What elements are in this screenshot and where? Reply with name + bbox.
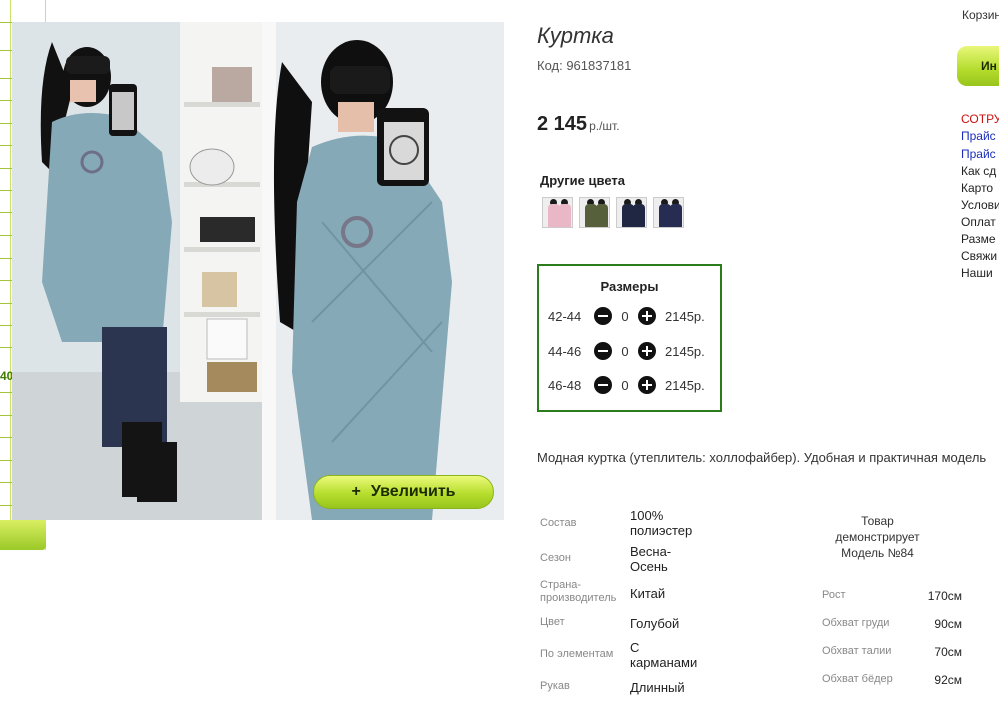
sidebar-button[interactable]: [0, 520, 46, 550]
minus-icon[interactable]: [594, 307, 612, 325]
sidebar-tick: [0, 460, 12, 461]
sidebar-tick: [0, 78, 12, 79]
sizes-box: Размеры 42-44 0 2145р. 44-46 0 2145р. 46…: [537, 264, 722, 412]
cart-link[interactable]: Корзина: [962, 8, 999, 22]
model-title: Товар демонстрирует Модель №84: [835, 514, 920, 560]
right-link[interactable]: СОТРУ: [961, 112, 999, 126]
sidebar-tick: [0, 258, 12, 259]
size-quantity[interactable]: 0: [612, 309, 638, 324]
spec-label: По элементам: [540, 648, 614, 660]
color-swatches: [542, 197, 684, 228]
right-link[interactable]: Разме: [961, 232, 996, 246]
sidebar-tick: [0, 190, 12, 191]
product-code: Код: 961837181: [537, 58, 632, 73]
sizes-title: Размеры: [600, 279, 659, 294]
sidebar-tick: [0, 280, 12, 281]
spec-value: С карманами: [630, 640, 698, 670]
sidebar-tick: [0, 325, 12, 326]
measurement-label: Рост: [822, 589, 846, 601]
sidebar-tick: [0, 392, 12, 393]
sidebar-tick: [0, 415, 12, 416]
size-quantity[interactable]: 0: [612, 378, 638, 393]
right-link[interactable]: Прайс: [961, 129, 996, 143]
size-quantity[interactable]: 0: [612, 344, 638, 359]
zoom-label: Увеличить: [370, 483, 456, 500]
spec-label: Рукав: [540, 680, 570, 692]
plus-icon[interactable]: [638, 307, 656, 325]
plus-icon[interactable]: [638, 376, 656, 394]
plus-icon: +: [351, 483, 361, 500]
size-label: 42-44: [548, 308, 582, 324]
sidebar-tick: [0, 168, 12, 169]
size-price: 2145р.: [665, 377, 705, 393]
other-colors-title: Другие цвета: [540, 173, 625, 188]
spec-value: Весна-Осень: [630, 544, 672, 574]
zoom-button[interactable]: + Увеличить: [313, 475, 494, 509]
sidebar-tick: [0, 235, 12, 236]
spec-value: Китай: [630, 586, 666, 601]
spec-label: Состав: [540, 517, 577, 529]
product-price: 2 145 р./шт.: [537, 113, 620, 136]
size-price: 2145р.: [665, 343, 705, 359]
spec-value: 100% полиэстер: [630, 508, 693, 538]
product-title: Куртка: [537, 23, 614, 48]
price-value: 2 145: [537, 113, 588, 135]
size-row: 42-44 0 2145р.: [548, 306, 705, 326]
color-swatch-dark-blue[interactable]: [653, 197, 684, 228]
color-swatch-navy[interactable]: [616, 197, 647, 228]
right-link[interactable]: Как сд: [961, 164, 996, 178]
size-label: 46-48: [548, 377, 582, 393]
sidebar-tick: [0, 145, 12, 146]
sidebar-tick: [0, 22, 12, 23]
measurement-label: Обхват груди: [822, 617, 890, 629]
measurement-value: 70см: [934, 645, 962, 659]
size-label: 44-46: [548, 343, 582, 359]
sidebar-tick: [0, 212, 12, 213]
spec-value: Голубой: [630, 616, 680, 631]
sidebar-tick: [0, 505, 12, 506]
spec-label: Страна-производитель: [540, 579, 617, 604]
color-swatch-pink[interactable]: [542, 197, 573, 228]
product-photo-image: [12, 22, 504, 520]
measurement-label: Обхват талии: [822, 645, 892, 657]
spec-value: Длинный: [630, 680, 685, 695]
plus-icon[interactable]: [638, 342, 656, 360]
sidebar-tick: [0, 482, 12, 483]
spec-label: Цвет: [540, 616, 565, 628]
right-sidebar: Корзина Ин СОТРУ Прайс Прайс Как сд Карт…: [957, 0, 999, 710]
price-unit: р./шт.: [589, 119, 620, 133]
right-link[interactable]: Карто: [961, 181, 993, 195]
info-button[interactable]: Ин: [957, 46, 999, 86]
product-photo[interactable]: + Увеличить: [12, 22, 504, 520]
spec-label: Сезон: [540, 552, 571, 564]
size-price: 2145р.: [665, 308, 705, 324]
sidebar-tick: [0, 347, 12, 348]
swatch-coat: [559, 204, 571, 227]
size-row: 46-48 0 2145р.: [548, 375, 705, 395]
size-row: 44-46 0 2145р.: [548, 341, 705, 361]
right-link[interactable]: Наши: [961, 266, 993, 280]
measurement-value: 92см: [934, 673, 962, 687]
sidebar-tick: [0, 50, 12, 51]
measurement-value: 90см: [934, 617, 962, 631]
right-link[interactable]: Свяжи: [961, 249, 997, 263]
sidebar-tick: [0, 100, 12, 101]
minus-icon[interactable]: [594, 376, 612, 394]
right-link[interactable]: Оплат: [961, 215, 996, 229]
swatch-coat: [596, 204, 608, 227]
color-swatch-olive[interactable]: [579, 197, 610, 228]
minus-icon[interactable]: [594, 342, 612, 360]
sidebar-tick: [0, 303, 12, 304]
measurement-value: 170см: [927, 589, 962, 603]
swatch-coat: [633, 204, 645, 227]
sidebar-tick: [0, 123, 12, 124]
right-link[interactable]: Услови: [961, 198, 999, 212]
product-description: Модная куртка (утеплитель: холлофайбер).…: [537, 450, 987, 465]
sidebar-tick: [0, 437, 12, 438]
right-link[interactable]: Прайс: [961, 147, 996, 161]
swatch-coat: [670, 204, 682, 227]
measurement-label: Обхват бёдер: [822, 673, 893, 685]
